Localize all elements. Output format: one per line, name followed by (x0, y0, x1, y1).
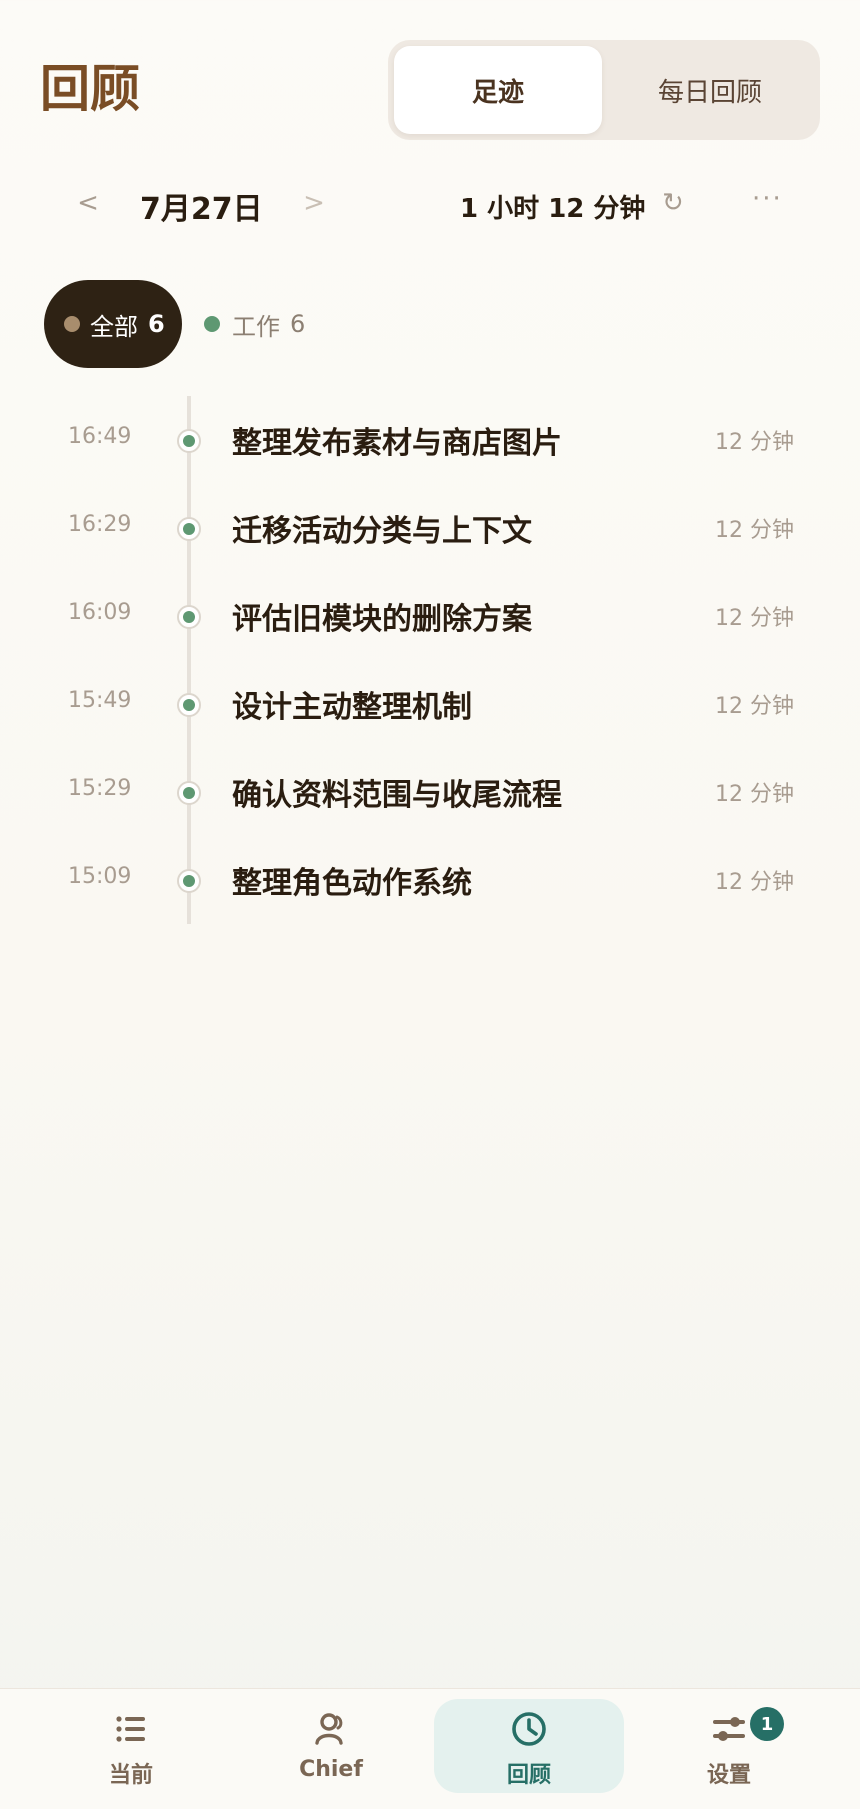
filter-count: 6 (290, 310, 306, 338)
nav-item-current[interactable]: 当前 (36, 1699, 226, 1793)
filter-chip-all[interactable]: 全部 6 (44, 280, 182, 368)
activity-timeline: 16:49 整理发布素材与商店图片 12 分钟 16:29 迁移活动分类与上下文… (0, 396, 860, 924)
filter-dot-icon (64, 316, 80, 332)
tab-footprint[interactable]: 足迹 (394, 46, 602, 134)
entry-title: 整理角色动作系统 (232, 866, 472, 901)
tab-daily-review[interactable]: 每日回顾 (606, 46, 814, 134)
entry-time: 16:29 (68, 512, 132, 537)
timeline-row[interactable]: 15:09 整理角色动作系统 12 分钟 (0, 836, 860, 924)
entry-title: 确认资料范围与收尾流程 (232, 778, 562, 813)
timeline-dot-icon (177, 869, 201, 893)
filter-chip-work[interactable]: 工作 6 (204, 280, 305, 368)
notification-badge: 1 (750, 1707, 784, 1741)
nav-item-chief[interactable]: Chief (236, 1699, 426, 1793)
filter-count: 6 (148, 310, 165, 338)
next-day-button[interactable]: > (294, 188, 334, 218)
list-icon (116, 1716, 145, 1742)
timeline-row[interactable]: 16:49 整理发布素材与商店图片 12 分钟 (0, 396, 860, 484)
entry-time: 16:49 (68, 424, 132, 449)
entry-time: 15:29 (68, 776, 132, 801)
entry-title: 设计主动整理机制 (232, 690, 472, 725)
nav-item-review[interactable]: 回顾 (434, 1699, 624, 1793)
timeline-dot-icon (177, 781, 201, 805)
entry-duration: 12 分钟 (715, 430, 794, 455)
entry-title: 迁移活动分类与上下文 (232, 514, 532, 549)
entry-time: 15:49 (68, 688, 132, 713)
timeline-dot-icon (177, 517, 201, 541)
entry-duration: 12 分钟 (715, 870, 794, 895)
person-icon (315, 1713, 343, 1745)
total-duration: 1 小时 12 分钟 (460, 194, 646, 224)
entry-duration: 12 分钟 (715, 606, 794, 631)
current-date: 7月27日 (140, 192, 263, 227)
date-bar: < 7月27日 > 1 小时 12 分钟 ↻ ··· (0, 180, 860, 240)
refresh-icon[interactable]: ↻ (662, 188, 684, 218)
nav-label: Chief (299, 1757, 363, 1782)
entry-duration: 12 分钟 (715, 782, 794, 807)
more-options-icon[interactable]: ··· (752, 184, 783, 214)
page-title: 回顾 (40, 60, 140, 118)
timeline-row[interactable]: 16:09 评估旧模块的删除方案 12 分钟 (0, 572, 860, 660)
filter-label: 全部 (90, 312, 138, 341)
nav-label: 当前 (108, 1763, 153, 1788)
nav-item-settings[interactable]: 1 设置 (634, 1699, 824, 1793)
clock-icon (512, 1712, 546, 1746)
prev-day-button[interactable]: < (68, 188, 108, 218)
entry-time: 16:09 (68, 600, 132, 625)
sliders-icon (713, 1717, 745, 1741)
timeline-row[interactable]: 15:29 确认资料范围与收尾流程 12 分钟 (0, 748, 860, 836)
entry-title: 整理发布素材与商店图片 (232, 426, 562, 461)
timeline-dot-icon (177, 693, 201, 717)
bottom-tab-bar: 当前 Chief 回顾 1 设置 (0, 1688, 860, 1809)
entry-duration: 12 分钟 (715, 518, 794, 543)
filter-dot-icon (204, 316, 220, 332)
entry-title: 评估旧模块的删除方案 (232, 602, 532, 637)
timeline-row[interactable]: 16:29 迁移活动分类与上下文 12 分钟 (0, 484, 860, 572)
timeline-dot-icon (177, 605, 201, 629)
entry-duration: 12 分钟 (715, 694, 794, 719)
entry-time: 15:09 (68, 864, 132, 889)
nav-label: 回顾 (506, 1763, 551, 1788)
filter-label: 工作 (232, 312, 280, 341)
nav-label: 设置 (706, 1763, 751, 1788)
timeline-row[interactable]: 15:49 设计主动整理机制 12 分钟 (0, 660, 860, 748)
timeline-dot-icon (177, 429, 201, 453)
view-segmented-control: 足迹 每日回顾 (388, 40, 820, 140)
